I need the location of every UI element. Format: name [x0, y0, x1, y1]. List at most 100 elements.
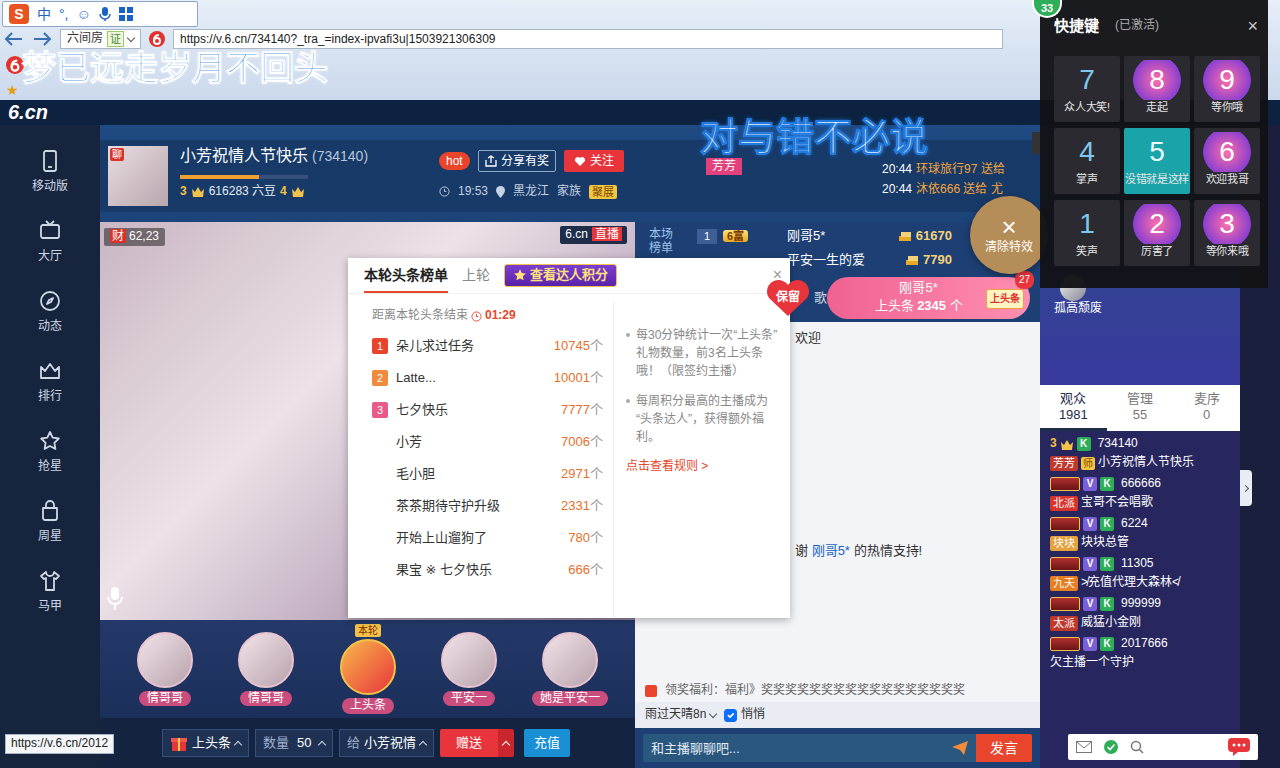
count-unit: 个 [590, 562, 603, 577]
shortcut-cell[interactable]: 2厉害了 [1124, 200, 1190, 266]
sidebar-label: 大厅 [38, 249, 62, 265]
chat-input[interactable] [643, 734, 944, 762]
chat-options: 雨过天晴8n 悄悄 [635, 702, 1040, 728]
points-button[interactable]: 查看达人积分 [504, 264, 617, 287]
shortcut-cell[interactable]: 6欢迎我哥 [1194, 128, 1260, 194]
star-icon [38, 429, 62, 453]
forward-icon[interactable] [32, 32, 52, 46]
stage-avatar[interactable]: 她是平安一 [525, 632, 615, 707]
ime-logo[interactable]: S [9, 4, 29, 24]
follow-button[interactable]: 关注 [564, 150, 624, 172]
sidebar-item[interactable]: 抢星 [0, 417, 100, 487]
whisper-option[interactable]: 悄悄 [724, 707, 765, 723]
sidebar-item[interactable]: 大厅 [0, 207, 100, 277]
stage-avatar[interactable]: 本轮上头条 [323, 624, 413, 714]
send-options[interactable] [498, 729, 514, 757]
headline-row[interactable]: 3七夕快乐7777个 [372, 394, 603, 426]
audience-tab[interactable]: 管理55 [1107, 385, 1174, 431]
ime-item[interactable]: 中 [37, 5, 51, 23]
bookmark-star[interactable]: ★ [6, 82, 19, 98]
grid-icon[interactable] [119, 7, 133, 21]
headline-row[interactable]: 小芳7006个 [372, 426, 603, 458]
shortcut-cell[interactable]: 1笑声 [1054, 200, 1120, 266]
audience-user[interactable]: VK666666北派宝哥不会唱歌 [1050, 475, 1234, 515]
collapse-tab[interactable] [1240, 470, 1252, 506]
shortcut-cell[interactable]: 5没错就是这样 [1124, 128, 1190, 194]
shortcut-label: 等你哦 [1194, 100, 1260, 114]
shortcut-cell[interactable]: 4掌声 [1054, 128, 1120, 194]
keep-button[interactable]: 保留 [765, 278, 810, 318]
audience-user[interactable]: VK2017666欠主播一个守护 [1050, 635, 1234, 675]
headline-row[interactable]: 果宝 ※ 七夕快乐666个 [372, 554, 603, 586]
close-button[interactable]: × [1247, 17, 1258, 35]
headline-row[interactable]: 2Latte...10001个 [372, 362, 603, 394]
audience-user[interactable]: VK999999太派威猛小金刚 [1050, 595, 1234, 635]
audience-user[interactable]: VK11305九天≯充值代理大森林≮ [1050, 555, 1234, 595]
send-message-button[interactable]: 发言 [976, 734, 1032, 762]
stage-avatar[interactable]: 平安一 [424, 632, 514, 707]
audience-user[interactable]: 3K734140芳芳师小芳祝情人节快乐 [1050, 435, 1234, 475]
sidebar-item[interactable]: 移动版 [0, 137, 100, 207]
gift-select[interactable]: 上头条 [162, 729, 249, 757]
stage-avatar[interactable]: 情哥哥 [221, 632, 311, 707]
message-icon[interactable] [1228, 738, 1250, 756]
family-badge[interactable]: 聚展 [589, 185, 617, 199]
user-info: 欠主播一个守护 [1050, 654, 1234, 673]
back-icon[interactable] [4, 32, 24, 46]
message-user[interactable]: 刚哥5* [812, 543, 850, 558]
ime-item[interactable]: ☺ [77, 5, 91, 23]
user-name: ≯充值代理大森林≮ [1081, 575, 1179, 591]
site-logo[interactable]: 6.cn [8, 100, 48, 125]
shortcut-cell[interactable]: 3等你来哦 [1194, 200, 1260, 266]
stage-name: 平安一 [443, 691, 495, 707]
headline-row[interactable]: 毛小胆2971个 [372, 458, 603, 490]
headline-row[interactable]: 茶茶期待守护升级2331个 [372, 490, 603, 522]
sidebar-item[interactable]: 马甲 [0, 557, 100, 627]
popup-tab[interactable]: 上轮 [462, 258, 490, 292]
chat-tab[interactable]: 歌 [814, 290, 827, 307]
ime-item[interactable]: °, [59, 5, 69, 23]
sidebar-item[interactable]: 排行 [0, 347, 100, 417]
role-badge: 师 [1081, 457, 1095, 470]
recipient-select[interactable]: 给 小芳祝情 [339, 729, 434, 757]
audience-user[interactable]: VK6224块块块块总管 [1050, 515, 1234, 555]
user-name: 宝哥不会唱歌 [1081, 495, 1153, 511]
mic-icon[interactable] [99, 6, 111, 22]
popup-tab[interactable]: 本轮头条榜单 [364, 258, 448, 292]
mail-icon[interactable] [1076, 741, 1092, 753]
medal-badge [1050, 637, 1080, 651]
shortcut-cell[interactable]: 7众人大笑! [1054, 56, 1120, 122]
send-plane-icon[interactable] [944, 734, 976, 762]
whisper-checkbox[interactable] [724, 709, 737, 722]
wealth-badge: 6富 [723, 230, 748, 242]
stage-avatar[interactable]: 情哥哥 [120, 632, 210, 707]
headline-row[interactable]: 1朵儿求过任务10745个 [372, 330, 603, 362]
zoom-icon[interactable] [1130, 740, 1144, 754]
recharge-button[interactable]: 充值 [524, 729, 570, 757]
send-gift-button[interactable]: 赠送 [440, 729, 498, 757]
shortcut-art: 5 [1130, 132, 1184, 172]
share-icon [485, 155, 497, 167]
quantity-field[interactable]: 数量 50 [255, 729, 333, 757]
chat-target[interactable]: 雨过天晴8n [645, 707, 716, 723]
panel-collapse[interactable] [1032, 132, 1040, 154]
shortcut-cell[interactable]: 9等你哦 [1194, 56, 1260, 122]
address-bar[interactable]: https://v.6.cn/734140?_tra_=index-ipvafi… [173, 29, 1003, 49]
check-icon[interactable] [1104, 740, 1118, 754]
share-button[interactable]: 分享有奖 [478, 150, 556, 172]
shortcut-cell[interactable]: 8走起 [1124, 56, 1190, 122]
shortcut-art: 3 [1200, 204, 1254, 244]
microphone-icon[interactable] [106, 586, 124, 612]
headline-row[interactable]: 开始上山遛狗了780个 [372, 522, 603, 554]
sidebar-item[interactable]: 周星 [0, 487, 100, 557]
sidebar-item[interactable]: 动态 [0, 277, 100, 347]
headline-banner[interactable]: 刚哥5* 上头条 2345 个 上头条 27 [827, 277, 1030, 319]
clear-effects-button[interactable]: × 清除特效 [970, 196, 1048, 274]
rules-link[interactable]: 点击查看规则 > [626, 459, 708, 473]
audience-tab[interactable]: 麦序0 [1173, 385, 1240, 431]
browser-tab[interactable]: 六间房 证 [60, 29, 141, 49]
rank-row[interactable]: 16富刚哥5*61670 [697, 224, 952, 248]
headline-count: 780个 [568, 530, 603, 547]
audience-tab[interactable]: 观众1981 [1040, 385, 1107, 431]
host-avatar[interactable]: 聊 [108, 146, 168, 206]
